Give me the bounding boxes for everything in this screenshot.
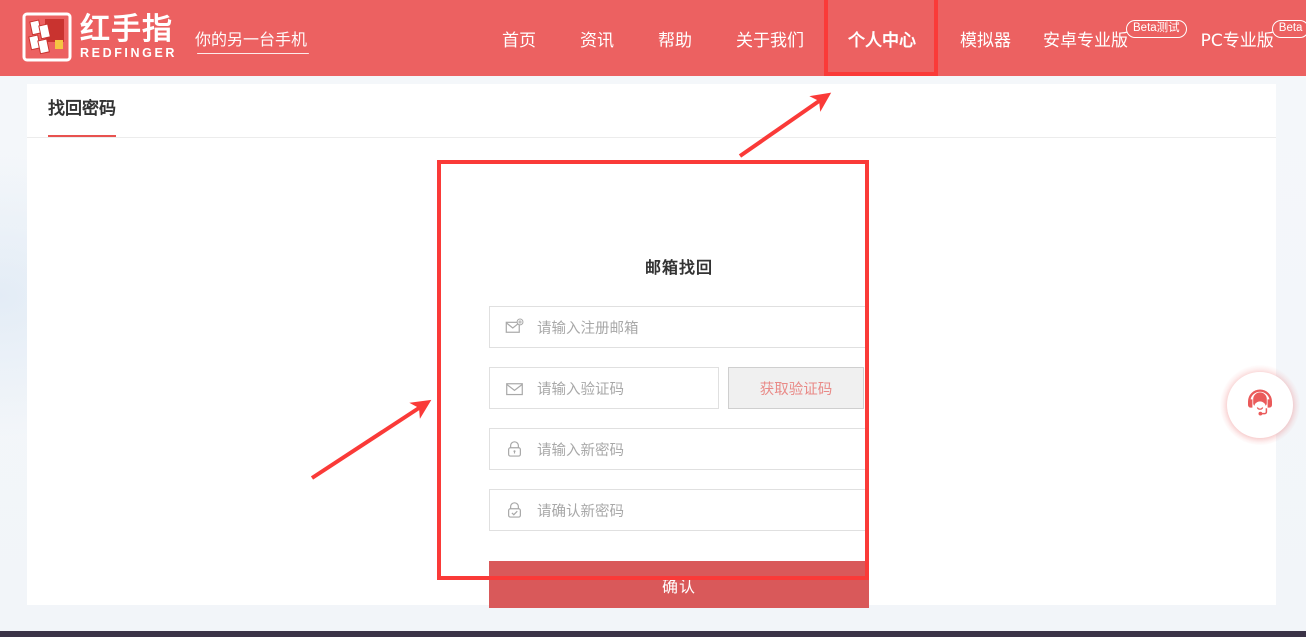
nav-item-about-us[interactable]: 关于我们 [714, 0, 826, 76]
customer-service-button[interactable] [1220, 365, 1300, 445]
password-recovery-form: 邮箱找回 请输入注册邮箱 请输入验证码 获取验证码 请输入新密码 请确认新密码 … [462, 242, 898, 637]
nav-label: 关于我们 [736, 30, 804, 51]
nav-label: 个人中心 [848, 30, 916, 51]
headset-agent-icon [1243, 386, 1277, 425]
nav-item-pc-pro[interactable]: PC专业版 Beta [1191, 0, 1306, 76]
envelope-icon [505, 379, 524, 398]
field-row-email: 请输入注册邮箱 [489, 306, 869, 348]
new-password-input[interactable]: 请输入新密码 [489, 428, 869, 470]
page-tab-retrieve-password[interactable]: 找回密码 [48, 94, 116, 138]
nav-label: 安卓专业版 [1043, 30, 1128, 51]
nav-item-personal-center[interactable]: 个人中心 [826, 0, 938, 76]
beta-badge: Beta测试 [1126, 20, 1187, 38]
bottom-chrome-strip [0, 631, 1306, 637]
beta-badge: Beta [1271, 20, 1306, 38]
nav-item-emulator[interactable]: 模拟器 [938, 0, 1033, 76]
field-row-verification-code: 请输入验证码 获取验证码 [489, 367, 869, 409]
nav-label: 资讯 [580, 30, 614, 51]
email-input-placeholder: 请输入注册邮箱 [537, 320, 639, 337]
nav-label: 首页 [502, 30, 536, 51]
verification-code-input[interactable]: 请输入验证码 [489, 367, 719, 409]
main-navigation: 首页 资讯 帮助 关于我们 个人中心 模拟器 安卓专业版 Beta测试 PC专业… [480, 0, 1306, 76]
nav-label: 帮助 [658, 30, 692, 51]
confirm-password-input[interactable]: 请确认新密码 [489, 489, 869, 531]
nav-item-android-pro[interactable]: 安卓专业版 Beta测试 [1033, 0, 1191, 76]
field-row-confirm-password: 请确认新密码 [489, 489, 869, 531]
verification-code-placeholder: 请输入验证码 [537, 381, 624, 398]
redfinger-logo-icon [22, 12, 72, 62]
lock-icon [505, 440, 524, 459]
logo-brand-cn: 红手指 [80, 12, 173, 47]
page-title: 找回密码 [48, 99, 116, 119]
site-header: 红手指 REDFINGER 你的另一台手机 首页 资讯 帮助 关于我们 个人中心… [0, 0, 1306, 76]
nav-label: 模拟器 [960, 30, 1011, 51]
tab-divider [27, 137, 1276, 138]
email-at-icon [505, 318, 524, 337]
form-title: 邮箱找回 [644, 258, 713, 277]
lock-check-icon [505, 501, 524, 520]
logo-slogan: 你的另一台手机 [195, 26, 310, 54]
service-circle [1227, 372, 1293, 438]
content-panel: 找回密码 邮箱找回 请输入注册邮箱 请输入验证码 获取验证码 请输入新密码 请确… [27, 84, 1276, 608]
nav-label: PC专业版 [1200, 30, 1274, 51]
new-password-placeholder: 请输入新密码 [537, 442, 624, 459]
nav-item-news[interactable]: 资讯 [558, 0, 636, 76]
confirm-password-placeholder: 请确认新密码 [537, 503, 624, 520]
nav-item-help[interactable]: 帮助 [636, 0, 714, 76]
site-logo[interactable]: 红手指 REDFINGER 你的另一台手机 [22, 12, 310, 62]
submit-button[interactable]: 确认 [489, 561, 869, 608]
email-input[interactable]: 请输入注册邮箱 [489, 306, 869, 348]
get-verification-code-button[interactable]: 获取验证码 [728, 367, 864, 409]
field-row-new-password: 请输入新密码 [489, 428, 869, 470]
nav-item-home[interactable]: 首页 [480, 0, 558, 76]
logo-brand-en: REDFINGER [80, 46, 178, 60]
